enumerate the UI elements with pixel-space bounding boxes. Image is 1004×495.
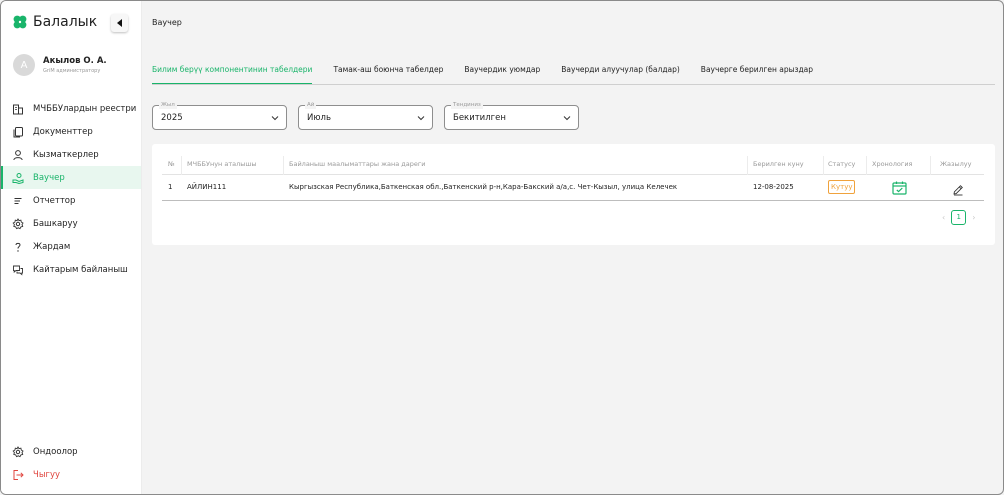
status-select-label: Тендиниз xyxy=(451,102,483,109)
avatar: А xyxy=(13,54,35,76)
sidebar: Балалык А Акылов О. А. GriM администрато… xyxy=(1,1,142,494)
tab-education-timesheets[interactable]: Билим берүү компонентинин табелдери xyxy=(152,64,313,84)
col-status: Статусу xyxy=(828,160,856,168)
table-row[interactable]: 1 АЙЛИН111 Кыргызская Республика,Баткенс… xyxy=(162,176,984,201)
sidebar-item-registry[interactable]: МЧББУлардын реестри xyxy=(1,97,141,120)
sidebar-item-feedback[interactable]: Кайтарым байланыш xyxy=(1,258,141,281)
col-organization: МЧББУнун аталышы xyxy=(187,160,257,168)
row-date: 12-08-2025 xyxy=(753,183,794,191)
voucher-hand-icon xyxy=(12,172,24,184)
tab-food-timesheets[interactable]: Тамак-аш боюнча табелдер xyxy=(333,64,443,84)
sidebar-item-settings[interactable]: Ондоолор xyxy=(1,440,141,463)
status-select[interactable]: Тендиниз Бекитилген xyxy=(444,102,579,130)
page-title: Ваучер xyxy=(152,18,182,27)
sidebar-item-help[interactable]: Жардам xyxy=(1,235,141,258)
pagination: ‹ 1 › xyxy=(942,210,975,225)
col-number: № xyxy=(168,160,175,168)
column-divider xyxy=(747,156,748,175)
column-divider xyxy=(283,156,284,175)
user-name: Акылов О. А. xyxy=(43,56,107,66)
app-window: Балалык А Акылов О. А. GriM администрато… xyxy=(0,0,1004,495)
clover-logo-icon xyxy=(13,15,27,29)
col-date: Берилген куну xyxy=(753,160,804,168)
prev-page-icon[interactable]: ‹ xyxy=(942,213,945,222)
chevron-down-icon xyxy=(563,116,571,121)
tab-voucher-recipients[interactable]: Ваучерди алуучулар (балдар) xyxy=(561,64,680,84)
row-organization-name: АЙЛИН111 xyxy=(187,183,227,191)
sidebar-item-employees[interactable]: Кызматкерлер xyxy=(1,143,141,166)
calendar-check-icon[interactable] xyxy=(892,180,907,199)
tab-voucher-organizations[interactable]: Ваучердик уюмдар xyxy=(464,64,540,84)
logout-icon xyxy=(12,469,24,481)
question-icon xyxy=(12,241,24,253)
year-select-value: 2025 xyxy=(161,113,183,123)
page-button-current[interactable]: 1 xyxy=(951,210,967,225)
table-header: № МЧББУнун аталышы Байланыш маалыматтары… xyxy=(162,156,984,175)
sidebar-item-label: Кызматкерлер xyxy=(33,149,99,160)
row-address: Кыргызская Республика,Баткенская обл.,Ба… xyxy=(289,183,678,191)
user-role: GriM администратору xyxy=(43,68,101,74)
next-page-icon[interactable]: › xyxy=(972,213,975,222)
sidebar-bottom: Ондоолор Чыгуу xyxy=(1,440,141,486)
tab-bar: Билим берүү компонентинин табелдери Тама… xyxy=(152,64,995,85)
sidebar-item-label: Ваучер xyxy=(33,172,65,183)
chevron-down-icon xyxy=(417,116,425,121)
sidebar-item-label: Ондоолор xyxy=(33,446,78,457)
column-divider xyxy=(866,156,867,175)
list-icon xyxy=(12,195,24,207)
sidebar-item-label: Кайтарым байланыш xyxy=(33,264,128,275)
month-select-label: Ай xyxy=(305,102,317,109)
row-number: 1 xyxy=(168,183,173,191)
sidebar-item-reports[interactable]: Отчеттор xyxy=(1,189,141,212)
col-address: Байланыш маалыматтары жана дареги xyxy=(289,160,426,168)
column-divider xyxy=(930,156,931,175)
sidebar-item-label: Жардам xyxy=(33,241,71,252)
status-badge: Кутуу xyxy=(828,180,856,194)
user-profile[interactable]: А Акылов О. А. GriM администратору xyxy=(13,54,107,76)
sidebar-item-label: Чыгуу xyxy=(33,469,61,480)
documents-icon xyxy=(12,126,24,138)
sidebar-item-label: Отчеттор xyxy=(33,195,76,206)
filter-bar: Жыл 2025 Ай Июль Тендиниз Бекитилген xyxy=(152,102,579,130)
year-select[interactable]: Жыл 2025 xyxy=(152,102,287,130)
sidebar-item-voucher[interactable]: Ваучер xyxy=(1,166,141,189)
tab-voucher-applications[interactable]: Ваучерге берилген арыздар xyxy=(701,64,813,84)
year-select-label: Жыл xyxy=(159,102,177,109)
column-divider xyxy=(181,156,182,175)
chevron-down-icon xyxy=(271,116,279,121)
col-entries: Жазылуу xyxy=(940,160,972,168)
chat-icon xyxy=(12,264,24,276)
main-content: Ваучер Билим берүү компонентинин табелде… xyxy=(142,1,1003,494)
voucher-table-card: № МЧББУнун аталышы Байланыш маалыматтары… xyxy=(152,144,995,245)
sidebar-item-documents[interactable]: Документтер xyxy=(1,120,141,143)
month-select[interactable]: Ай Июль xyxy=(298,102,433,130)
sidebar-item-logout[interactable]: Чыгуу xyxy=(1,463,141,486)
edit-pencil-icon[interactable] xyxy=(952,181,964,200)
sidebar-item-management[interactable]: Башкаруу xyxy=(1,212,141,235)
caret-left-icon xyxy=(116,19,122,27)
column-divider xyxy=(823,156,824,175)
sidebar-item-label: Башкаруу xyxy=(33,218,78,229)
app-logo[interactable]: Балалык xyxy=(12,14,97,30)
collapse-sidebar-button[interactable] xyxy=(111,14,128,32)
sidebar-item-label: Документтер xyxy=(33,126,93,137)
sidebar-item-label: МЧББУлардын реестри xyxy=(33,103,137,114)
sidebar-nav: МЧББУлардын реестри Документтер Кызматке… xyxy=(1,97,141,281)
gear-icon xyxy=(12,217,24,230)
user-icon xyxy=(12,149,24,161)
building-icon xyxy=(12,103,24,115)
month-select-value: Июль xyxy=(307,113,331,123)
col-chronology: Хронология xyxy=(872,160,913,168)
status-select-value: Бекитилген xyxy=(453,113,506,123)
gear-icon xyxy=(12,445,24,458)
app-name: Балалык xyxy=(33,14,98,30)
